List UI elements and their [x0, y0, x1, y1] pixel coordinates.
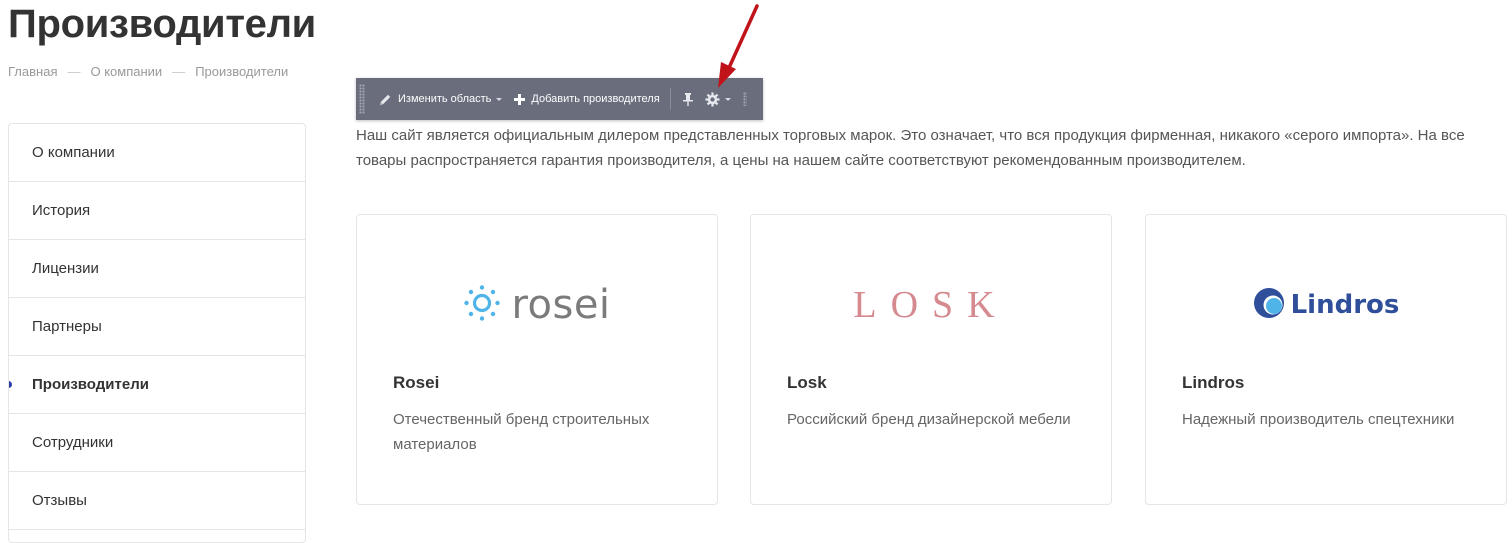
- sidebar-item-label: Сотрудники: [32, 434, 114, 451]
- manufacturer-description: Российский бренд дизайнерской мебели: [787, 411, 1071, 428]
- sun-icon: [463, 284, 501, 327]
- sidebar-item-manufacturers[interactable]: Производители: [9, 356, 305, 414]
- sidebar-item-label: Отзывы: [32, 492, 87, 509]
- losk-logo: LOSK: [751, 270, 1111, 340]
- manufacturer-name: Lindros: [1182, 373, 1245, 392]
- admin-edit-toolbar: Изменить область Добавить производителя: [356, 78, 763, 120]
- resize-handle-icon[interactable]: [742, 92, 747, 106]
- manufacturer-name: Rosei: [393, 373, 440, 392]
- breadcrumb-separator: —: [172, 64, 186, 79]
- losk-logo-text: LOSK: [853, 284, 1009, 326]
- chevron-down-icon: [724, 97, 731, 101]
- manufacturer-card-rosei[interactable]: rosei Rosei Отечественный бренд строител…: [356, 214, 718, 505]
- sidebar-item-label: История: [32, 202, 91, 219]
- lindros-emblem-icon: [1253, 287, 1285, 324]
- pencil-icon: [379, 93, 392, 106]
- sidebar-item-partners[interactable]: Партнеры: [9, 298, 305, 356]
- manufacturer-name: Losk: [787, 373, 827, 392]
- sidebar-item-history[interactable]: История: [9, 182, 305, 240]
- sidebar-item-about[interactable]: О компании: [9, 124, 305, 182]
- sidebar-item-licenses[interactable]: Лицензии: [9, 240, 305, 298]
- add-manufacturer-button[interactable]: Добавить производителя: [508, 78, 665, 120]
- manufacturer-description: Надежный производитель спецтехники: [1182, 411, 1455, 428]
- gear-icon: [705, 91, 720, 107]
- intro-text: Наш сайт является официальным дилером пр…: [356, 127, 1465, 169]
- edit-area-label: Изменить область: [398, 93, 492, 105]
- drag-handle-icon[interactable]: [359, 84, 365, 114]
- breadcrumb: Главная — О компании — Производители: [8, 64, 288, 79]
- sidebar-menu: О компании История Лицензии Партнеры Про…: [8, 123, 306, 543]
- settings-button[interactable]: [699, 78, 737, 120]
- manufacturer-card-lindros[interactable]: Lindros Lindros Надежный производитель с…: [1145, 214, 1507, 505]
- lindros-logo: Lindros: [1146, 270, 1506, 340]
- lindros-logo-text: Lindros: [1290, 290, 1400, 320]
- sidebar-item-label: Производители: [32, 376, 149, 393]
- pin-button[interactable]: [675, 78, 699, 120]
- breadcrumb-about[interactable]: О компании: [90, 64, 162, 79]
- rosei-logo-text: rosei: [511, 282, 611, 328]
- page-title: Производители: [8, 2, 316, 46]
- add-manufacturer-label: Добавить производителя: [531, 93, 660, 105]
- sidebar-item-label: Партнеры: [32, 318, 102, 335]
- pin-icon: [682, 92, 693, 106]
- manufacturer-description: Отечественный бренд строительных материа…: [393, 411, 650, 453]
- plus-icon: [514, 93, 526, 105]
- edit-area-button[interactable]: Изменить область: [373, 78, 508, 120]
- manufacturer-card-losk[interactable]: LOSK Losk Российский бренд дизайнерской …: [750, 214, 1112, 505]
- chevron-down-icon: [496, 97, 503, 101]
- rosei-logo: rosei: [357, 270, 717, 340]
- sidebar-item-label: Лицензии: [32, 260, 99, 277]
- sidebar-item-label: О компании: [32, 144, 115, 161]
- active-marker-dot: [9, 381, 12, 388]
- breadcrumb-separator: —: [67, 64, 81, 79]
- sidebar-item-reviews[interactable]: Отзывы: [9, 472, 305, 530]
- breadcrumb-home[interactable]: Главная: [8, 64, 57, 79]
- breadcrumb-current: Производители: [195, 64, 289, 79]
- toolbar-divider: [669, 88, 671, 110]
- sidebar-item-staff[interactable]: Сотрудники: [9, 414, 305, 472]
